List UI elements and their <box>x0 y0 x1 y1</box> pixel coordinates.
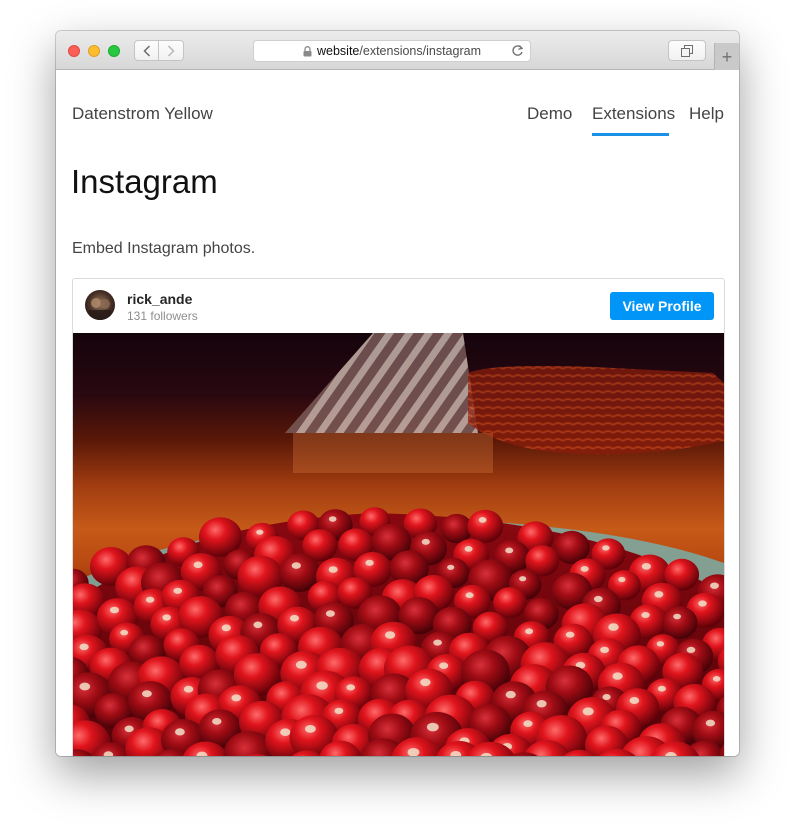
page-description: Embed Instagram photos. <box>72 240 256 257</box>
new-tab-icon: + <box>721 46 733 67</box>
url-host: website <box>317 44 360 58</box>
title-bar: website/extensions/instagram + <box>56 31 739 70</box>
nav-help[interactable]: Help <box>689 104 724 124</box>
active-nav-indicator <box>592 133 669 136</box>
instagram-photo[interactable] <box>73 333 724 756</box>
back-button[interactable] <box>134 40 159 61</box>
close-window-button[interactable] <box>68 45 80 57</box>
new-tab-button[interactable]: + <box>714 43 739 70</box>
forward-button[interactable] <box>159 40 184 61</box>
instagram-username[interactable]: rick_ande <box>127 291 192 307</box>
view-profile-button[interactable]: View Profile <box>610 292 714 320</box>
reload-icon[interactable] <box>511 44 524 57</box>
follower-count: 131 followers <box>127 309 198 323</box>
minimize-window-button[interactable] <box>88 45 100 57</box>
instagram-card-header: rick_ande 131 followers View Profile <box>73 279 724 333</box>
page-content: Datenstrom Yellow Demo Extensions Help I… <box>56 70 739 756</box>
url-path: /extensions/instagram <box>359 44 481 58</box>
back-icon <box>142 44 151 57</box>
address-bar[interactable]: website/extensions/instagram <box>253 40 531 62</box>
forward-icon <box>167 44 175 57</box>
avatar[interactable] <box>85 290 115 320</box>
page-title: Instagram <box>71 163 218 200</box>
browser-window: website/extensions/instagram + Datenstro… <box>56 31 739 756</box>
lock-icon <box>303 45 312 57</box>
nav-extensions[interactable]: Extensions <box>592 104 675 124</box>
nav-demo[interactable]: Demo <box>527 104 572 124</box>
tabs-icon <box>681 44 693 57</box>
instagram-embed: rick_ande 131 followers View Profile <box>72 278 725 756</box>
show-tabs-button[interactable] <box>668 40 706 61</box>
maximize-window-button[interactable] <box>108 45 120 57</box>
site-name-link[interactable]: Datenstrom Yellow <box>72 104 213 124</box>
